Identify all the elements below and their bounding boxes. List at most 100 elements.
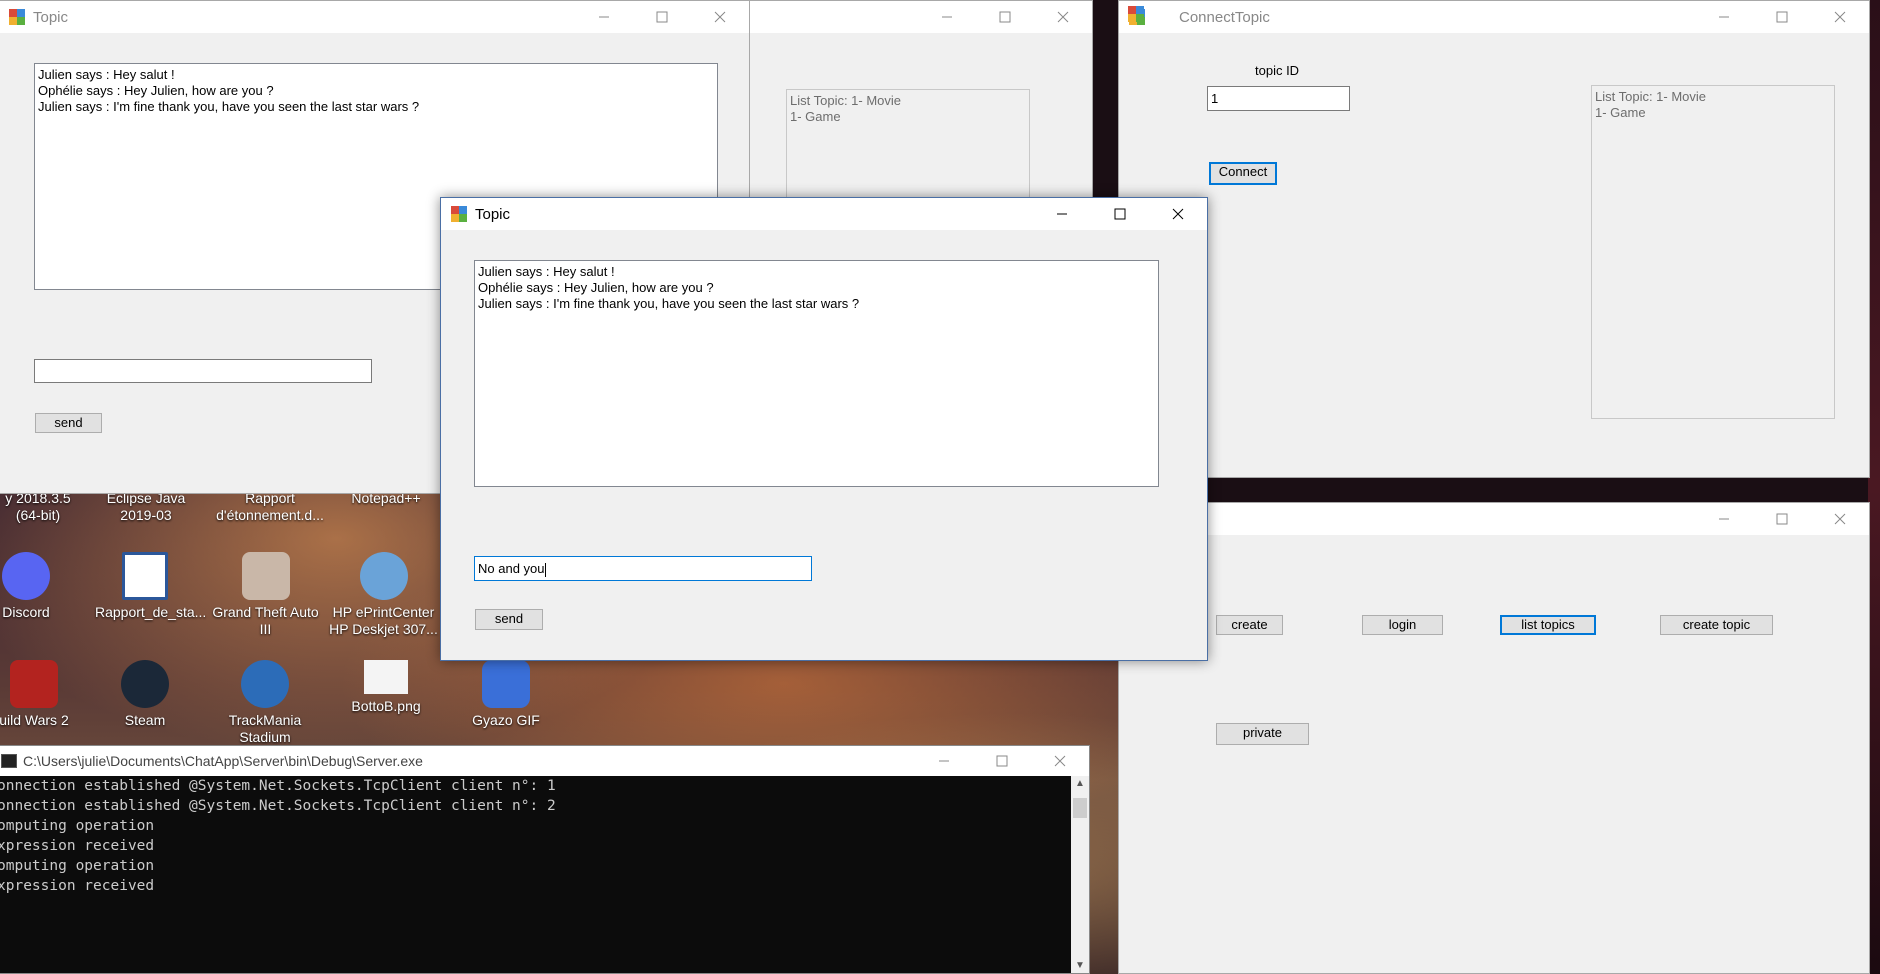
gta-label: Grand Theft Auto: [212, 604, 319, 620]
eclipse-label-line2: 2019-03: [120, 507, 172, 523]
scroll-down-icon[interactable]: ▼: [1075, 960, 1085, 971]
desktop-icon-rapport-de-stage[interactable]: Rapport_de_sta...: [95, 552, 207, 621]
maximize-icon[interactable]: [973, 746, 1031, 776]
close-icon[interactable]: [1149, 198, 1207, 230]
console-line: onnection established @System.Net.Socket…: [0, 778, 556, 794]
chat-message: Julien says : I'm fine thank you, have y…: [478, 296, 860, 311]
maximize-icon[interactable]: [976, 1, 1034, 33]
list-topics-button[interactable]: list topics: [1500, 615, 1596, 635]
login-button[interactable]: login: [1362, 615, 1443, 635]
window-controls: [918, 1, 1092, 33]
maximize-icon[interactable]: [633, 1, 691, 33]
maximize-icon[interactable]: [1091, 198, 1149, 230]
list-line: 1- Game: [1595, 105, 1646, 120]
console-title: C:\Users\julie\Documents\ChatApp\Server\…: [23, 753, 423, 769]
hp-label: HP ePrintCenter: [332, 604, 435, 620]
rapport-label-line2: d'étonnement.d...: [216, 507, 324, 523]
minimize-icon[interactable]: [915, 746, 973, 776]
desktop-icon-discord[interactable]: Discord: [0, 552, 76, 621]
desktop-icon-hp[interactable]: HP ePrintCenter HP Deskjet 307...: [326, 552, 441, 638]
window-controls: [915, 746, 1089, 776]
word-document-icon: [122, 552, 168, 600]
console-scrollbar[interactable]: ▲ ▼: [1071, 776, 1089, 973]
topic-window-front: Topic Julien says : Hey salut ! Ophélie …: [440, 197, 1208, 661]
printer-icon: [359, 552, 408, 600]
desktop-icon-gyazo[interactable]: Gyazo GIF: [456, 660, 556, 729]
window-title: Topic: [33, 8, 69, 26]
minimize-icon[interactable]: [918, 1, 976, 33]
text-cursor: [544, 562, 546, 577]
chat-message: Julien says : Hey salut !: [38, 67, 175, 82]
topic-back-titlebar: Topic: [0, 1, 749, 33]
desktop-icon-eclipse[interactable]: Eclipse Java 2019-03: [96, 490, 196, 524]
gta-icon: [241, 552, 290, 600]
maximize-icon[interactable]: [1753, 1, 1811, 33]
desktop-icon-gta[interactable]: Grand Theft Auto III: [208, 552, 323, 638]
steam-label: Steam: [124, 712, 166, 728]
app-icon: [9, 9, 25, 25]
desktop-icon-trackmania[interactable]: TrackMania Stadium: [215, 660, 315, 746]
close-icon[interactable]: [691, 1, 749, 33]
connect-topic-listbox[interactable]: List Topic: 1- Movie 1- Game: [1591, 85, 1835, 419]
create-button[interactable]: create: [1216, 615, 1283, 635]
console-line: omputing operation: [0, 858, 155, 874]
window-controls: [1695, 503, 1869, 535]
close-icon[interactable]: [1031, 746, 1089, 776]
chat-history[interactable]: Julien says : Hey salut ! Ophélie says :…: [474, 260, 1159, 487]
botto-label: BottoB.png: [351, 698, 421, 714]
private-button[interactable]: private: [1216, 723, 1309, 745]
minimize-icon[interactable]: [1695, 1, 1753, 33]
guildwars-icon: [10, 660, 58, 708]
trackmania-icon: [241, 660, 289, 708]
create-topic-button[interactable]: create topic: [1660, 615, 1773, 635]
console-line: xpression received: [0, 838, 155, 854]
main-menu-window: create login list topics create topic pr…: [1118, 502, 1870, 974]
console-line: xpression received: [0, 878, 155, 894]
chat-message: Julien says : I'm fine thank you, have y…: [38, 99, 420, 114]
console-app-icon: [1, 754, 17, 768]
topic-id-input[interactable]: 1: [1207, 86, 1350, 111]
topic-id-label: topic ID: [1255, 63, 1300, 78]
connect-button[interactable]: Connect: [1209, 162, 1277, 185]
minimize-icon[interactable]: [1033, 198, 1091, 230]
send-button[interactable]: send: [475, 609, 543, 630]
minimize-icon[interactable]: [1695, 503, 1753, 535]
connect-topic-titlebar: ConnectTopic: [1119, 1, 1869, 33]
guildwars-label: uild Wars 2: [0, 712, 69, 728]
window-title: Topic: [475, 205, 511, 223]
message-input[interactable]: No and you: [474, 556, 812, 581]
hp-label-line2: HP Deskjet 307...: [329, 621, 438, 637]
desktop-icon-botto[interactable]: BottoB.png: [336, 660, 436, 715]
maximize-icon[interactable]: [1753, 503, 1811, 535]
close-icon[interactable]: [1034, 1, 1092, 33]
desktop-icon-guildwars[interactable]: uild Wars 2: [0, 660, 84, 729]
intellij-label: y 2018.3.5 (64-bit): [5, 490, 71, 523]
connect-topic-window: ConnectTopic topic ID 1 Connect List Top…: [1118, 0, 1870, 478]
close-icon[interactable]: [1811, 503, 1869, 535]
image-file-icon: [364, 660, 408, 694]
desktop-icon-rapport[interactable]: Rapport d'étonnement.d...: [215, 490, 325, 524]
desktop-icon-steam[interactable]: Steam: [95, 660, 195, 729]
steam-icon: [121, 660, 169, 708]
gyazo-icon: [482, 660, 530, 708]
desktop-icon-intellij[interactable]: y 2018.3.5 (64-bit): [0, 490, 88, 524]
console-output[interactable]: onnection established @System.Net.Socket…: [0, 776, 1071, 973]
main-menu-titlebar: [1119, 503, 1869, 535]
message-input-value: No and you: [478, 561, 545, 576]
close-icon[interactable]: [1811, 1, 1869, 33]
send-button[interactable]: send: [35, 413, 102, 433]
console-line: onnection established @System.Net.Socket…: [0, 798, 556, 814]
app-icon: [451, 206, 467, 222]
minimize-icon[interactable]: [575, 1, 633, 33]
topic-front-titlebar: Topic: [441, 198, 1207, 230]
gyazo-label: Gyazo GIF: [472, 712, 540, 728]
list-line: List Topic: 1- Movie: [1595, 89, 1707, 104]
rapport-de-stage-label: Rapport_de_sta...: [95, 604, 207, 620]
window-controls: [1695, 1, 1869, 33]
chat-message: Ophélie says : Hey Julien, how are you ?: [38, 83, 274, 98]
message-input[interactable]: [34, 359, 372, 383]
trackmania-label: TrackMania: [228, 712, 302, 728]
scroll-up-icon[interactable]: ▲: [1075, 778, 1085, 789]
scrollbar-thumb[interactable]: [1073, 798, 1087, 818]
discord-label: Discord: [2, 604, 50, 620]
